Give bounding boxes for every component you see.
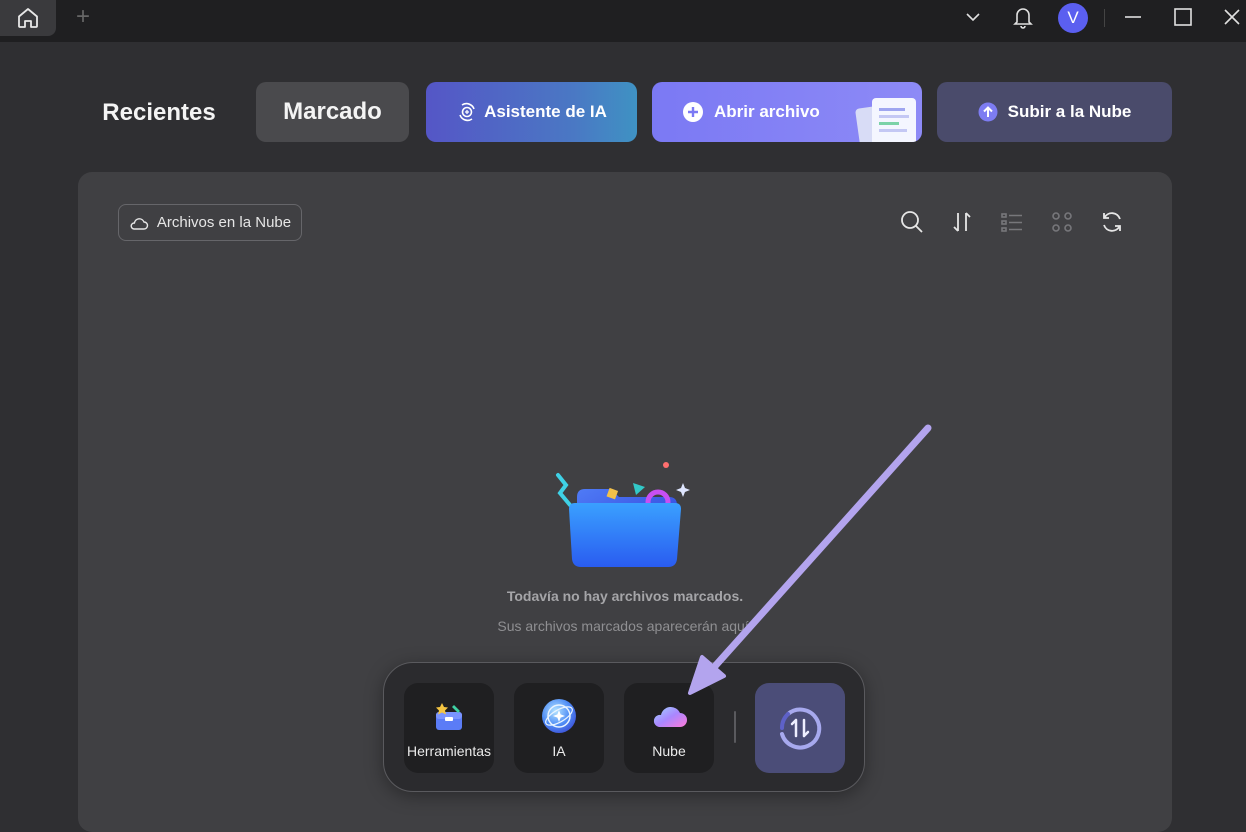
ai-assistant-button[interactable]: Asistente de IA <box>426 82 637 142</box>
convert-icon <box>779 707 822 750</box>
sort-icon[interactable] <box>948 208 976 236</box>
cloud-icon <box>653 706 687 727</box>
new-tab-button[interactable]: + <box>72 3 94 30</box>
search-icon[interactable] <box>898 208 926 236</box>
cloud-files-button[interactable]: Archivos en la Nube <box>118 204 302 241</box>
divider <box>1104 9 1105 27</box>
avatar[interactable]: V <box>1058 3 1088 33</box>
empty-folder-icon <box>556 462 690 567</box>
empty-state-title: Todavía no hay archivos marcados. <box>506 588 744 604</box>
dock-item-ai[interactable]: IA <box>514 683 604 773</box>
dock-item-label: Herramientas <box>406 743 492 759</box>
list-view-icon[interactable] <box>998 208 1026 236</box>
ai-orb-icon <box>542 699 576 733</box>
home-tab[interactable] <box>0 0 56 36</box>
grid-view-icon[interactable] <box>1048 208 1076 236</box>
close-icon[interactable] <box>1221 6 1243 28</box>
dock-item-tools[interactable]: Herramientas <box>404 683 494 773</box>
upload-cloud-button[interactable]: Subir a la Nube <box>937 82 1172 142</box>
upload-cloud-label: Subir a la Nube <box>1007 102 1132 121</box>
bell-icon[interactable] <box>1011 4 1035 30</box>
toolbox-icon <box>436 703 462 730</box>
plus-circle-icon <box>683 102 703 122</box>
tab-recent[interactable]: Recientes <box>90 84 228 142</box>
empty-state-subtitle: Sus archivos marcados aparecerán aquí. <box>497 618 753 634</box>
cloud-files-label: Archivos en la Nube <box>156 214 292 231</box>
minimize-icon[interactable] <box>1122 6 1144 28</box>
documents-illustration-icon <box>855 98 916 142</box>
cloud-outline-icon <box>130 217 149 230</box>
ai-assistant-label: Asistente de IA <box>484 102 607 121</box>
tab-marked[interactable]: Marcado <box>256 82 409 142</box>
chevron-down-icon[interactable] <box>962 6 984 28</box>
convert-button[interactable] <box>755 683 845 773</box>
dock-item-label: IA <box>552 743 566 759</box>
open-file-label: Abrir archivo <box>714 102 820 121</box>
dock-item-label: Nube <box>652 743 686 759</box>
home-icon <box>18 8 38 28</box>
ai-assistant-icon <box>459 102 475 122</box>
maximize-icon[interactable] <box>1172 6 1194 28</box>
refresh-icon[interactable] <box>1098 208 1126 236</box>
open-file-button[interactable]: Abrir archivo <box>652 82 922 142</box>
quick-dock: Herramientas IA Nube <box>383 662 865 792</box>
dock-divider <box>734 711 736 743</box>
title-bar: + V <box>0 0 1246 42</box>
upload-icon <box>978 102 998 122</box>
dock-item-cloud[interactable]: Nube <box>624 683 714 773</box>
